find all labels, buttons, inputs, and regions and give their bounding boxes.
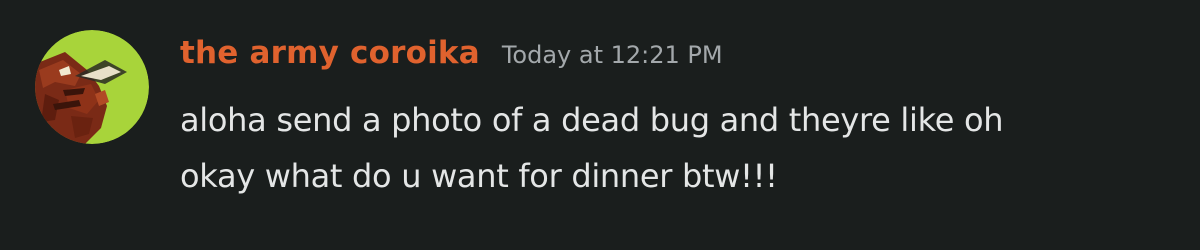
avatar-image (35, 30, 149, 144)
timestamp[interactable]: Today at 12:21 PM (502, 41, 723, 69)
message-text-line: okay what do u want for dinner btw!!! (180, 157, 778, 195)
avatar[interactable] (35, 30, 149, 144)
message-content: aloha send a photo of a dead bug and the… (180, 92, 1180, 204)
username[interactable]: the army coroika (180, 35, 480, 71)
message-header: the army coroika Today at 12:21 PM (180, 35, 723, 80)
chat-message: the army coroika Today at 12:21 PM aloha… (0, 0, 1200, 250)
message-text-line: aloha send a photo of a dead bug and the… (180, 101, 1004, 139)
